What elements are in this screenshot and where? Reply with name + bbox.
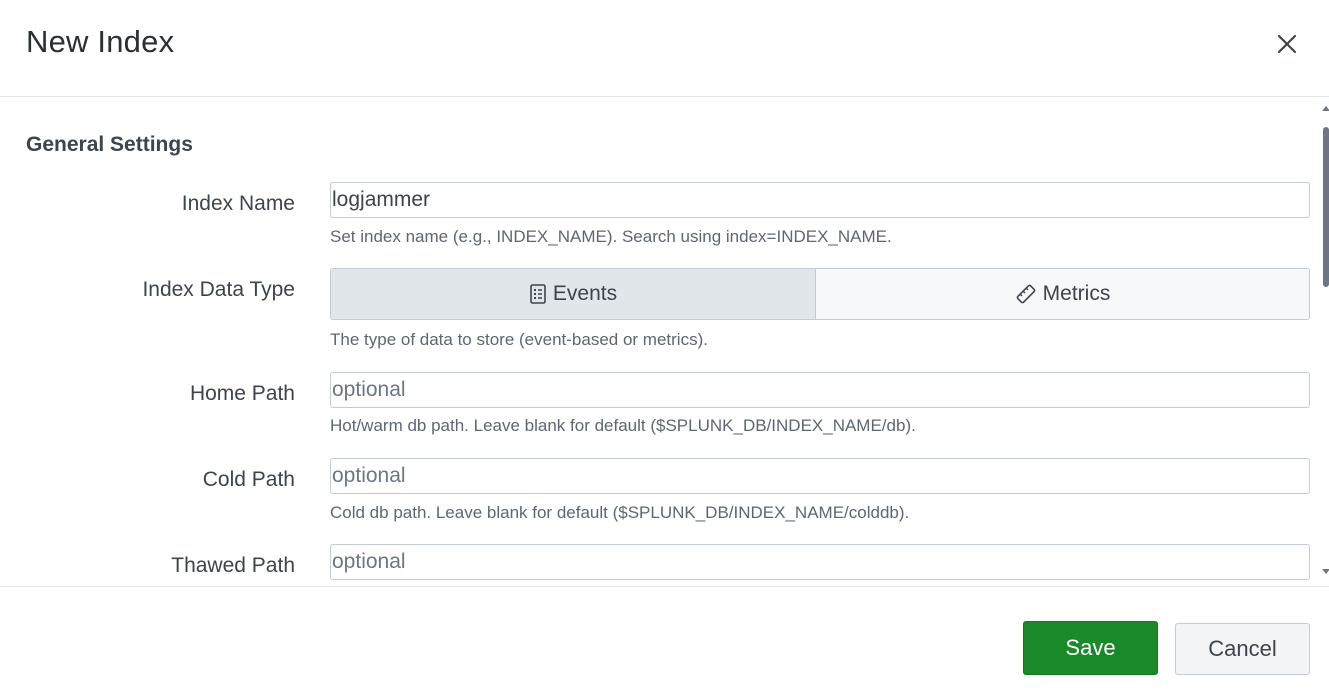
cold-path-input[interactable]: optional xyxy=(330,458,1310,494)
index-name-label: Index Name xyxy=(181,192,295,215)
scroll-down-arrow-icon[interactable] xyxy=(1322,569,1329,574)
section-title: General Settings xyxy=(26,133,193,156)
thawed-path-input[interactable]: optional xyxy=(330,544,1310,580)
dialog-footer: Save Cancel xyxy=(0,588,1329,691)
body-scrollbar[interactable] xyxy=(1319,97,1329,587)
cancel-button[interactable]: Cancel xyxy=(1175,623,1310,675)
metrics-option[interactable]: Metrics xyxy=(816,269,1309,319)
index-name-help: Set index name (e.g., INDEX_NAME). Searc… xyxy=(330,227,892,246)
dialog-body: General Settings Index Name logjammer Se… xyxy=(0,97,1329,587)
data-type-help: The type of data to store (event-based o… xyxy=(330,330,708,349)
scroll-up-arrow-icon[interactable] xyxy=(1322,106,1329,111)
dialog-title: New Index xyxy=(26,24,175,59)
ruler-icon xyxy=(1016,284,1036,304)
save-button[interactable]: Save xyxy=(1023,621,1158,675)
cold-path-placeholder: optional xyxy=(332,464,406,487)
metrics-option-label: Metrics xyxy=(1042,282,1111,305)
cold-path-help: Cold db path. Leave blank for default ($… xyxy=(330,503,910,522)
dialog-header: New Index xyxy=(0,0,1329,97)
thawed-path-placeholder: optional xyxy=(332,550,406,573)
events-option[interactable]: Events xyxy=(331,269,816,319)
home-path-label: Home Path xyxy=(189,382,295,405)
document-list-icon xyxy=(530,284,546,304)
home-path-help: Hot/warm db path. Leave blank for defaul… xyxy=(330,416,916,435)
data-type-toggle: Events Metrics xyxy=(330,268,1310,320)
close-button[interactable] xyxy=(1272,29,1302,59)
cold-path-label: Cold Path xyxy=(202,468,295,491)
thawed-path-label: Thawed Path xyxy=(171,554,295,577)
new-index-dialog: New Index General Settings Index Name lo… xyxy=(0,0,1329,691)
index-name-input[interactable]: logjammer xyxy=(330,182,1310,218)
close-icon xyxy=(1277,34,1297,54)
data-type-label: Index Data Type xyxy=(142,278,295,301)
events-option-label: Events xyxy=(552,282,618,305)
scroll-thumb[interactable] xyxy=(1323,127,1329,287)
index-name-value: logjammer xyxy=(332,188,431,211)
home-path-input[interactable]: optional xyxy=(330,372,1310,408)
home-path-placeholder: optional xyxy=(332,378,406,401)
